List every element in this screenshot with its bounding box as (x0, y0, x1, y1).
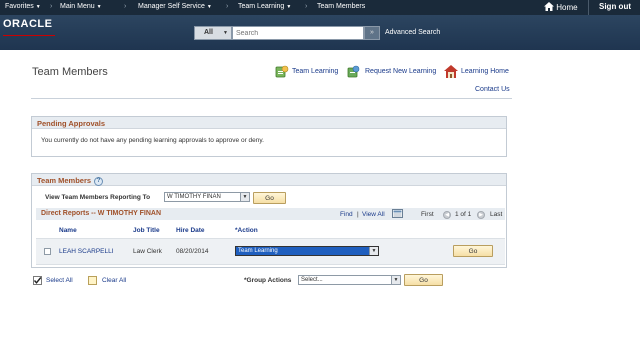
column-header-name[interactable]: Name (59, 227, 77, 234)
reporting-to-value: W TIMOTHY FINAN (167, 194, 221, 200)
chevron-down-icon: ▼ (206, 4, 212, 10)
row-action-select[interactable]: Team Learning ▼ (235, 246, 379, 256)
favorites-menu[interactable]: Favorites ▼ (5, 3, 41, 10)
reporting-go-button[interactable]: Go (253, 192, 286, 204)
breadcrumb-team-members: Team Members (317, 3, 366, 10)
prev-page-icon[interactable]: ◀ (443, 211, 451, 219)
request-new-learning-link[interactable]: Request New Learning (365, 68, 436, 75)
chevron-down-icon: ▼ (240, 193, 249, 201)
page-title: Team Members (32, 66, 108, 78)
team-members-heading: Team Members (37, 176, 92, 185)
chevron-down-icon: ▼ (286, 4, 292, 10)
search-scope-value: All (204, 29, 213, 36)
sign-out-link[interactable]: Sign out (599, 2, 631, 11)
top-nav-bar: Favorites ▼ › Main Menu ▼ › Manager Self S… (0, 0, 640, 15)
column-header-hire-date[interactable]: Hire Date (176, 227, 205, 234)
team-members-heading-bar: Team Members? (32, 174, 506, 186)
main-menu[interactable]: Main Menu ▼ (60, 3, 102, 10)
divider (31, 98, 512, 99)
breadcrumb-label: Team Learning (238, 3, 285, 10)
group-actions-go-button[interactable]: Go (404, 274, 443, 286)
home-icon (544, 2, 554, 11)
contact-us-link[interactable]: Contact Us (475, 86, 510, 93)
header-banner: ORACLE All ▼ » Advanced Search (0, 15, 640, 50)
column-header-job-title[interactable]: Job Title (133, 227, 160, 234)
pending-approvals-panel: Pending Approvals You currently do not h… (31, 116, 507, 157)
last-label: Last (490, 211, 503, 218)
breadcrumb-label: Manager Self Service (138, 3, 205, 10)
oracle-logo: ORACLE (3, 18, 53, 30)
reporting-to-select[interactable]: W TIMOTHY FINAN ▼ (164, 192, 250, 202)
view-all-link[interactable]: View All (362, 211, 385, 218)
pending-approvals-message: You currently do not have any pending le… (41, 137, 264, 144)
group-actions-select[interactable]: Select... ▼ (298, 275, 401, 285)
direct-reports-title: Direct Reports -- W TIMOTHY FINAN (41, 210, 162, 217)
main-menu-label: Main Menu (60, 3, 95, 10)
row-go-button[interactable]: Go (453, 245, 493, 257)
select-all-icon[interactable] (33, 276, 42, 285)
team-learning-link[interactable]: Team Learning (292, 68, 338, 75)
pending-approvals-heading: Pending Approvals (32, 117, 506, 129)
advanced-search-link[interactable]: Advanced Search (385, 29, 440, 36)
search-go-button[interactable]: » (364, 26, 380, 40)
breadcrumb-manager-self-service[interactable]: Manager Self Service ▼ (138, 3, 212, 10)
request-learning-icon (347, 65, 360, 78)
group-actions-label: *Group Actions (244, 277, 292, 284)
breadcrumb-separator: › (226, 3, 229, 10)
logo-underline (3, 35, 55, 36)
reporting-to-label: View Team Members Reporting To (45, 194, 151, 201)
home-link[interactable]: Home (544, 2, 578, 12)
grid-view-icon[interactable] (392, 209, 403, 218)
breadcrumb-team-learning[interactable]: Team Learning ▼ (238, 3, 291, 10)
chevron-down-icon: ▼ (35, 4, 41, 10)
hire-date-value: 08/20/2014 (176, 248, 209, 255)
search-input[interactable] (232, 26, 364, 40)
next-page-icon[interactable]: ▶ (477, 211, 485, 219)
page-info: 1 of 1 (455, 211, 472, 218)
team-learning-icon (275, 65, 289, 78)
breadcrumb-separator: › (305, 3, 308, 10)
chevron-down-icon: ▼ (369, 247, 378, 255)
breadcrumb-separator: › (124, 3, 127, 10)
divider (588, 0, 589, 15)
house-icon (444, 65, 458, 78)
nav-separator: | (357, 211, 359, 218)
home-label: Home (556, 3, 578, 12)
breadcrumb-separator: › (50, 3, 53, 10)
column-header-action: *Action (235, 227, 258, 234)
first-label: First (421, 211, 434, 218)
chevron-down-icon: ▼ (223, 30, 228, 36)
clear-all-icon[interactable] (88, 276, 97, 285)
search-scope-select[interactable]: All ▼ (194, 26, 232, 40)
chevron-down-icon: ▼ (391, 276, 400, 284)
help-icon[interactable]: ? (94, 176, 104, 186)
clear-all-link[interactable]: Clear All (102, 277, 126, 284)
employee-name-link[interactable]: LEAH SCARPELLI (59, 248, 114, 255)
favorites-label: Favorites (5, 3, 34, 10)
row-action-value: Team Learning (238, 248, 278, 254)
chevron-down-icon: ▼ (96, 4, 102, 10)
row-checkbox[interactable] (44, 248, 51, 255)
select-all-link[interactable]: Select All (46, 277, 73, 284)
learning-home-link[interactable]: Learning Home (461, 68, 509, 75)
job-title-value: Law Clerk (133, 248, 162, 255)
group-actions-value: Select... (301, 277, 323, 283)
find-link[interactable]: Find (340, 211, 353, 218)
